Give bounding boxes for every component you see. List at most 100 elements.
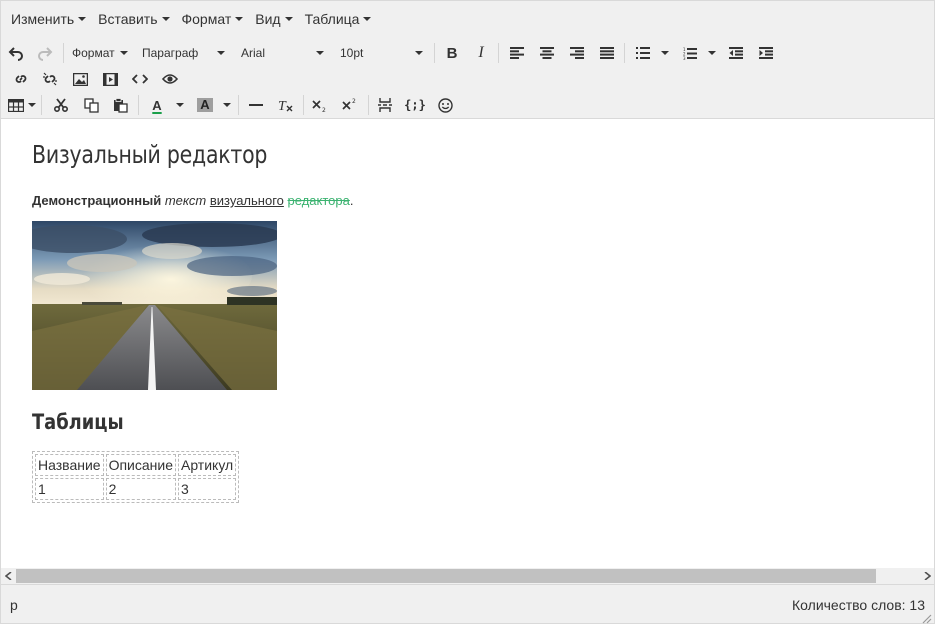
copy-button[interactable] [78, 92, 104, 118]
horizontal-scrollbar[interactable] [1, 568, 934, 584]
font-size-label: 10pt [340, 46, 364, 60]
bold-button[interactable]: B [439, 40, 465, 66]
toolbar-row-1: Формат Параграф Arial 10pt B I 1 2 3 [1, 40, 934, 66]
menu-view-label: Вид [255, 11, 281, 27]
paste-icon [113, 97, 128, 113]
svg-text:T: T [278, 99, 287, 112]
italic-icon: I [478, 44, 484, 61]
document-title[interactable]: Визуальный редактор [32, 140, 267, 169]
scissors-icon [54, 98, 68, 112]
underlined-text[interactable]: визуального [210, 193, 284, 208]
unlink-button[interactable] [37, 66, 63, 92]
italic-button[interactable]: I [468, 40, 494, 66]
menu-table[interactable]: Таблица [299, 5, 378, 33]
text-color-button[interactable]: A [144, 92, 170, 118]
insert-image-button[interactable] [67, 66, 93, 92]
menu-edit[interactable]: Изменить [5, 5, 92, 33]
clear-formatting-button[interactable]: T [273, 92, 299, 118]
preview-button[interactable] [157, 66, 183, 92]
document-table[interactable]: Название Описание Артикул 1 2 3 [32, 451, 240, 503]
menu-insert[interactable]: Вставить [92, 5, 175, 33]
chevron-right-icon [924, 572, 931, 580]
toolbar-separator [368, 95, 369, 115]
source-code-button[interactable] [127, 66, 153, 92]
scroll-right-button[interactable] [919, 568, 934, 584]
background-color-caret-icon[interactable] [223, 103, 231, 107]
insert-link-button[interactable] [8, 66, 34, 92]
road-landscape-image[interactable] [32, 221, 277, 390]
subscript-button[interactable]: 2 [307, 92, 333, 118]
align-right-button[interactable] [564, 40, 590, 66]
toolbar-separator [303, 95, 304, 115]
editor: Изменить Вставить Формат Вид Таблица Фор… [0, 0, 935, 624]
align-left-button[interactable] [504, 40, 530, 66]
tables-heading[interactable]: Таблицы [32, 410, 124, 434]
table-cell[interactable]: 3 [177, 478, 237, 500]
svg-text:2: 2 [322, 107, 326, 112]
page-break-icon [378, 98, 392, 112]
table-caret-icon[interactable] [28, 103, 36, 107]
caret-down-icon [120, 51, 128, 55]
toolbar-separator [138, 95, 139, 115]
toolbar: Формат Параграф Arial 10pt B I 1 2 3 A A… [1, 37, 934, 119]
toolbar-separator [63, 43, 64, 63]
block-format-label: Параграф [142, 46, 199, 60]
table-cell[interactable]: Название [35, 454, 104, 476]
paste-button[interactable] [107, 92, 133, 118]
page-break-button[interactable] [372, 92, 398, 118]
numbered-list-icon: 123 [683, 47, 697, 60]
unlink-icon [43, 72, 57, 86]
table-row: Название Описание Артикул [35, 454, 237, 476]
element-path[interactable]: p [10, 597, 18, 613]
superscript-button[interactable]: 2 [337, 92, 363, 118]
emoticons-button[interactable] [432, 92, 458, 118]
code-sample-button[interactable]: {;} [402, 92, 428, 118]
numbered-list-caret-icon[interactable] [708, 51, 716, 55]
numbered-list-button[interactable]: 123 [677, 40, 703, 66]
menu-format-label: Формат [181, 11, 232, 27]
text-color-caret-icon[interactable] [176, 103, 184, 107]
font-size-dropdown[interactable]: 10pt [336, 40, 425, 66]
bullet-list-button[interactable] [630, 40, 656, 66]
indent-button[interactable] [753, 40, 779, 66]
scroll-left-button[interactable] [1, 568, 16, 584]
caret-down-icon [217, 51, 225, 55]
table-cell[interactable]: 1 [35, 478, 104, 500]
background-color-button[interactable]: A [192, 92, 218, 118]
table-cell[interactable]: Описание [105, 454, 176, 476]
editor-content-area[interactable]: Визуальный редактор Демонстрационный тек… [1, 120, 934, 568]
menu-format[interactable]: Формат [176, 5, 250, 33]
block-format-dropdown[interactable]: Параграф [138, 40, 227, 66]
table-cell[interactable]: Артикул [177, 454, 237, 476]
cut-button[interactable] [48, 92, 74, 118]
bullet-list-caret-icon[interactable] [661, 51, 669, 55]
document-paragraph[interactable]: Демонстрационный текст визуального редак… [32, 193, 353, 208]
caret-down-icon [235, 17, 244, 21]
menu-table-label: Таблица [304, 11, 360, 27]
table-cell[interactable]: 2 [105, 478, 176, 500]
align-justify-button[interactable] [594, 40, 620, 66]
svg-text:3: 3 [683, 56, 686, 60]
bold-text[interactable]: Демонстрационный [32, 193, 161, 208]
bold-icon: B [446, 44, 458, 62]
background-color-icon: A [197, 98, 213, 112]
strikethrough-text[interactable]: редактора [288, 193, 350, 208]
paragraph-end: . [349, 193, 354, 208]
undo-button[interactable] [3, 40, 29, 66]
caret-down-icon [316, 51, 324, 55]
insert-media-button[interactable] [97, 66, 123, 92]
toolbar-separator [624, 43, 625, 63]
table-button[interactable] [3, 92, 29, 118]
menu-view[interactable]: Вид [249, 5, 298, 33]
outdent-button[interactable] [723, 40, 749, 66]
italic-text[interactable]: текст [165, 193, 206, 208]
resize-handle-icon[interactable] [922, 611, 932, 624]
font-family-dropdown[interactable]: Arial [237, 40, 326, 66]
scrollbar-thumb[interactable] [16, 569, 876, 583]
caret-down-icon [161, 17, 170, 21]
redo-button[interactable] [32, 40, 58, 66]
horizontal-rule-button[interactable] [243, 92, 269, 118]
align-center-button[interactable] [534, 40, 560, 66]
format-dropdown[interactable]: Формат [68, 40, 130, 66]
table-icon [8, 98, 24, 112]
